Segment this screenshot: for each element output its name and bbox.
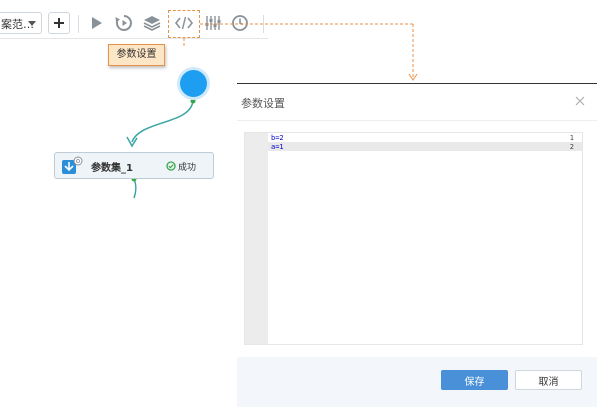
param-set-icon [62, 156, 83, 174]
scheme-select[interactable]: 案范… [0, 12, 42, 34]
flow-start-node[interactable] [180, 70, 207, 97]
toolbar-divider [263, 15, 264, 33]
success-check-icon [166, 161, 176, 171]
dialog-footer: 保存 取消 [237, 357, 597, 407]
cancel-button[interactable]: 取消 [515, 370, 582, 390]
node-status: 成功 [178, 163, 197, 173]
sliders-icon[interactable] [203, 13, 223, 33]
line-number: 2 [569, 143, 574, 151]
dialog-title: 参数设置 [241, 97, 285, 110]
flow-toolbar: 案范… [0, 0, 268, 39]
chevron-down-icon [28, 21, 36, 26]
history-icon[interactable] [114, 13, 134, 33]
run-icon[interactable] [86, 13, 106, 33]
save-button[interactable]: 保存 [441, 370, 508, 390]
param-set-node[interactable]: 参数集_1 成功 [54, 152, 214, 179]
active-line-highlight [268, 142, 582, 151]
param-settings-tooltip: 参数设置 [108, 44, 165, 66]
dialog-divider [237, 120, 597, 121]
editor-gutter [245, 133, 268, 344]
code-line[interactable]: a=1 [271, 143, 284, 151]
clock-icon[interactable] [230, 13, 250, 33]
code-line[interactable]: b=2 [271, 134, 284, 142]
code-icon-highlight [168, 10, 200, 38]
code-editor[interactable]: 1 b=2 2 a=1 [244, 132, 583, 345]
line-number: 1 [569, 134, 574, 142]
layers-icon[interactable] [142, 13, 162, 33]
add-button[interactable] [48, 12, 70, 34]
node-label: 参数集_1 [91, 163, 133, 174]
toolbar-divider [78, 15, 79, 33]
param-settings-dialog: 参数设置 1 b=2 2 a=1 保存 取消 [237, 83, 597, 407]
close-icon[interactable] [573, 94, 587, 108]
